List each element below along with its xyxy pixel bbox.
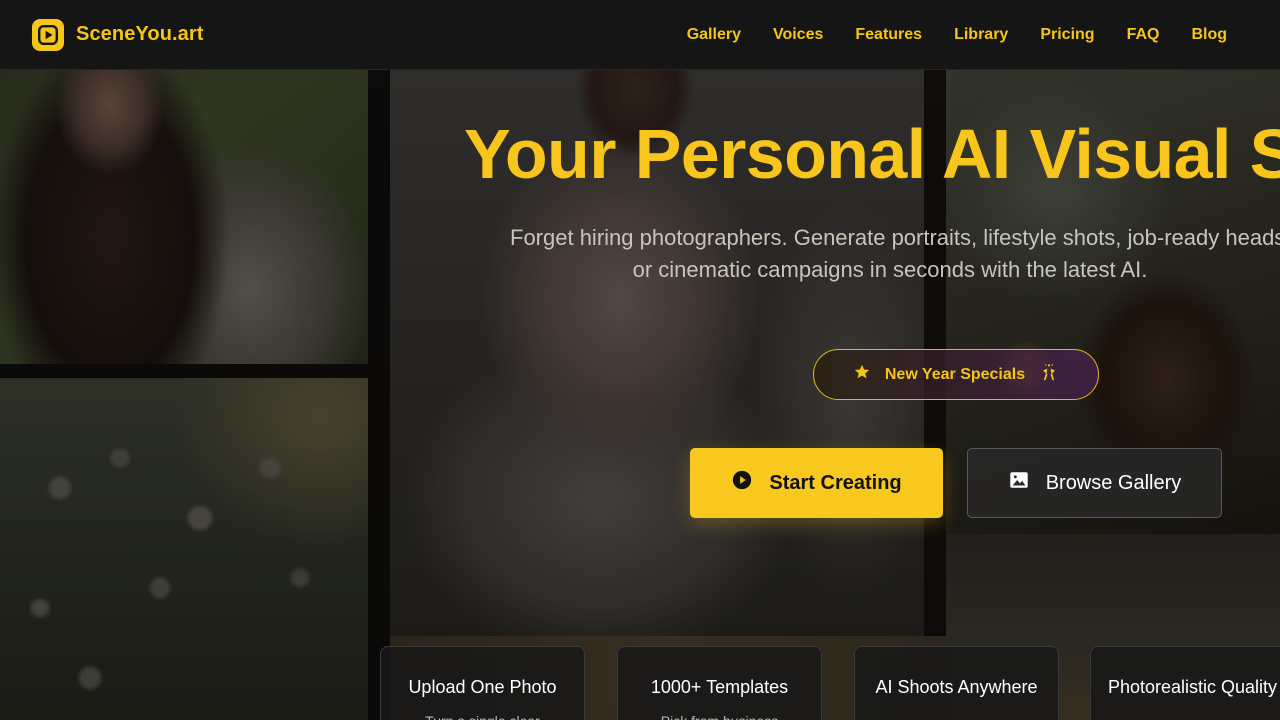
nav-pricing[interactable]: Pricing [1040,26,1094,44]
page: SceneYou.art Gallery Voices Features Lib… [0,0,1280,720]
main-nav: Gallery Voices Features Library Pricing … [687,26,1248,44]
nav-blog[interactable]: Blog [1191,26,1227,44]
play-circle-icon [731,469,753,497]
nav-voices[interactable]: Voices [773,26,823,44]
brand-home-link[interactable]: SceneYou.art [32,18,204,51]
play-logo-icon [32,18,64,51]
star-icon [853,363,871,386]
party-popper-icon [1039,362,1059,387]
feature-card-title: 1000+ Templates [650,677,789,697]
image-icon [1008,469,1030,497]
hero-subtitle-line-1: Forget hiring photographers. Generate po… [510,225,1280,250]
hero-subtitle: Forget hiring photographers. Generate po… [510,222,1280,286]
feature-card-templates: 1000+ Templates Pick from business [617,646,822,720]
feature-card-photorealistic: Photorealistic Quality [1090,646,1280,720]
feature-card-title: Photorealistic Quality [1107,677,1278,697]
feature-card-desc: Pick from business [618,711,821,720]
new-year-specials-button[interactable]: New Year Specials [813,349,1099,400]
promo-label: New Year Specials [884,365,1026,383]
nav-faq[interactable]: FAQ [1127,26,1160,44]
start-creating-label: Start Creating [769,471,902,494]
brand-name: SceneYou.art [76,23,204,45]
feature-card-ai-shoots: AI Shoots Anywhere [854,646,1059,720]
nav-features[interactable]: Features [855,26,922,44]
nav-gallery[interactable]: Gallery [687,26,741,44]
feature-card-upload: Upload One Photo Turn a single clear [380,646,585,720]
feature-card-desc: Turn a single clear [381,711,584,720]
feature-card-title: AI Shoots Anywhere [875,677,1038,697]
browse-gallery-label: Browse Gallery [1045,471,1182,494]
hero-title: Your Personal AI Visual Studio [464,115,1280,193]
hero-subtitle-line-2: or cinematic campaigns in seconds with t… [632,257,1148,282]
feature-card-title: Upload One Photo [408,677,557,697]
top-navbar: SceneYou.art Gallery Voices Features Lib… [0,0,1280,70]
start-creating-button[interactable]: Start Creating [690,448,943,518]
nav-library[interactable]: Library [954,26,1008,44]
browse-gallery-button[interactable]: Browse Gallery [967,448,1222,518]
